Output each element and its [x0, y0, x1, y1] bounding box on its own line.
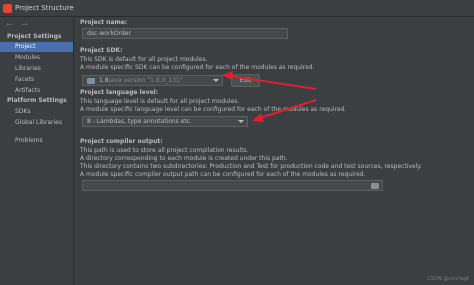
- output-description-line4: A module specific compiler output path c…: [80, 171, 366, 178]
- project-sdk-dropdown[interactable]: 1.8 java version "1.8.0_131": [82, 75, 223, 86]
- intellij-app-icon: [3, 4, 12, 13]
- sidebar-item-facets[interactable]: Facets: [0, 75, 73, 85]
- language-level-dropdown[interactable]: 8 - Lambdas, type annotations etc.: [82, 116, 248, 127]
- sdk-version: java version "1.8.0_131": [109, 77, 183, 84]
- project-name-label: Project name:: [80, 19, 128, 26]
- language-description-line2: A module specific language level can be …: [80, 106, 347, 113]
- language-level-value: 8 - Lambdas, type annotations etc.: [87, 118, 192, 125]
- settings-sidebar: ← → Project Settings Project Modules Lib…: [0, 17, 74, 285]
- sidebar-item-modules[interactable]: Modules: [0, 53, 73, 63]
- sdk-name: 1.8: [99, 77, 109, 84]
- project-name-value: dsc-workOrder: [87, 30, 131, 37]
- window-title: Project Structure: [15, 4, 74, 12]
- sdk-folder-icon: [87, 78, 95, 84]
- output-description-line3: This directory contains two subdirectori…: [80, 163, 422, 170]
- sidebar-item-sdks[interactable]: SDKs: [0, 107, 73, 117]
- language-description-line1: This language level is default for all p…: [80, 98, 240, 105]
- edit-sdk-button[interactable]: Edit: [231, 74, 260, 87]
- sidebar-item-project[interactable]: Project: [0, 42, 73, 52]
- chevron-down-icon: [213, 79, 219, 82]
- watermark: CSDN @cnnriagt: [427, 276, 469, 282]
- compiler-output-path-field[interactable]: [82, 180, 383, 191]
- sdk-description-line2: A module specific SDK can be configured …: [80, 64, 315, 71]
- title-bar: Project Structure: [0, 0, 474, 17]
- sidebar-item-global-libraries[interactable]: Global Libraries: [0, 118, 73, 128]
- output-description-line2: A directory corresponding to each module…: [80, 155, 288, 162]
- project-settings-header: Project Settings: [7, 33, 62, 40]
- platform-settings-header: Platform Settings: [7, 97, 67, 104]
- project-settings-panel: Project name: dsc-workOrder Project SDK:…: [74, 17, 474, 285]
- sidebar-item-artifacts[interactable]: Artifacts: [0, 86, 73, 96]
- sdk-description-line1: This SDK is default for all project modu…: [80, 56, 208, 63]
- chevron-down-icon: [238, 120, 244, 123]
- compiler-output-label: Project compiler output:: [80, 138, 163, 145]
- browse-folder-icon[interactable]: [371, 183, 379, 189]
- sidebar-item-libraries[interactable]: Libraries: [0, 64, 73, 74]
- language-level-label: Project language level:: [80, 89, 159, 96]
- sidebar-item-problems[interactable]: Problems: [0, 136, 73, 146]
- output-description-line1: This path is used to store all project c…: [80, 147, 249, 154]
- project-sdk-label: Project SDK:: [80, 47, 123, 54]
- project-name-field[interactable]: dsc-workOrder: [82, 28, 288, 39]
- back-forward-arrows-icon[interactable]: ← →: [6, 20, 31, 29]
